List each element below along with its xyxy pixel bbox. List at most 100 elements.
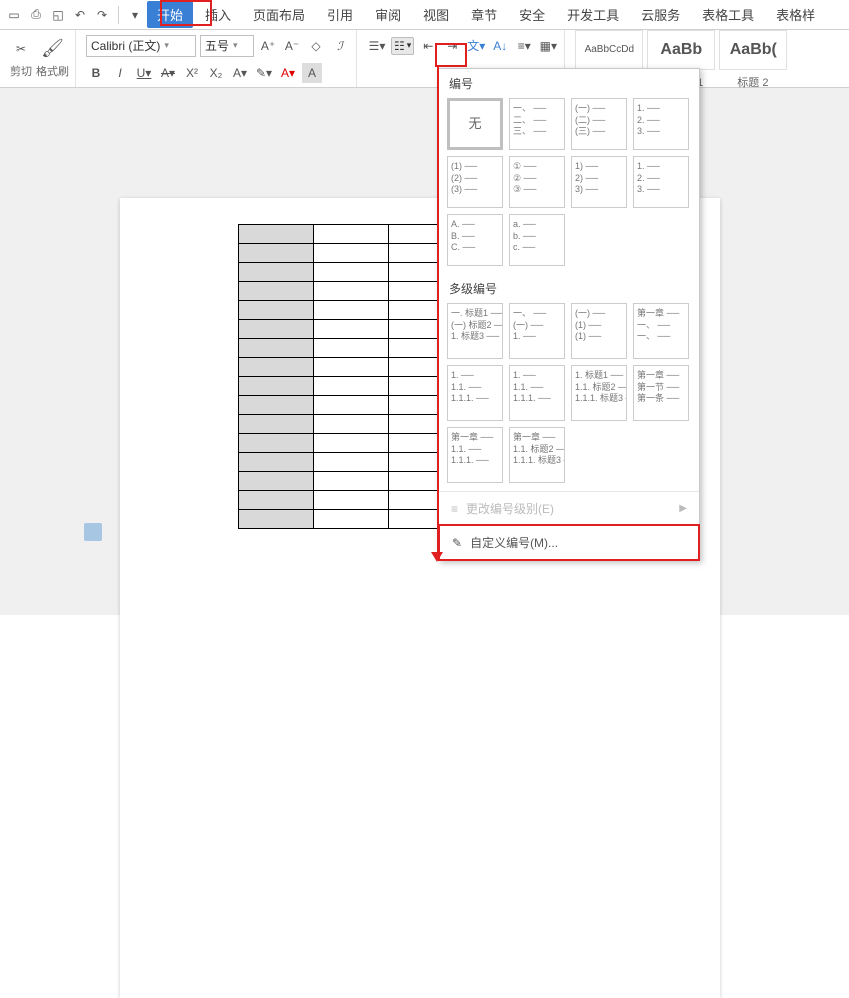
custom-numbering-item[interactable]: ✎ 自定义编号(M)... bbox=[438, 524, 700, 561]
table-cell[interactable] bbox=[314, 434, 389, 453]
bullets-icon[interactable]: ☰▾ bbox=[367, 36, 387, 56]
increase-font-icon[interactable]: A⁺ bbox=[258, 36, 278, 56]
numbering-thumb[interactable]: 1. 标题1 ──1.1. 标题2 ──1.1.1. 标题3 ── bbox=[571, 365, 627, 421]
font-name-combo[interactable]: Calibri (正文)▾ bbox=[86, 35, 196, 57]
table-cell[interactable] bbox=[239, 453, 314, 472]
table-cell[interactable] bbox=[314, 396, 389, 415]
decrease-font-icon[interactable]: A⁻ bbox=[282, 36, 302, 56]
numbering-thumb[interactable]: 一、 ──(一) ──1. ── bbox=[509, 303, 565, 359]
numbering-thumb[interactable]: 1) ──2) ──3) ── bbox=[571, 156, 627, 208]
table-cell[interactable] bbox=[314, 282, 389, 301]
strikethrough-icon[interactable]: A▾ bbox=[158, 63, 178, 83]
tab-dev-tools[interactable]: 开发工具 bbox=[557, 1, 629, 28]
numbering-thumb[interactable]: (一) ──(1) ──(1) ── bbox=[571, 303, 627, 359]
numbering-thumb[interactable]: 一. 标题1 ──(一) 标题2 ──1. 标题3 ── bbox=[447, 303, 503, 359]
line-spacing-icon[interactable]: ≡▾ bbox=[514, 36, 534, 56]
tab-start[interactable]: 开始 bbox=[147, 1, 193, 28]
text-direction-icon[interactable]: 文▾ bbox=[466, 36, 486, 56]
style-normal[interactable]: AaBbCcDd bbox=[575, 30, 643, 70]
tab-review[interactable]: 审阅 bbox=[365, 1, 411, 28]
table-cell[interactable] bbox=[239, 491, 314, 510]
table-cell[interactable] bbox=[314, 491, 389, 510]
numbering-thumb[interactable]: 第一章 ──1.1. 标题2 ──1.1.1. 标题3 ── bbox=[509, 427, 565, 483]
sort-icon[interactable]: A↓ bbox=[490, 36, 510, 56]
undo-icon[interactable]: ↶ bbox=[70, 5, 90, 25]
font-size-combo[interactable]: 五号▾ bbox=[200, 35, 254, 57]
table-cell[interactable] bbox=[314, 358, 389, 377]
table-cell[interactable] bbox=[314, 377, 389, 396]
selection-tag-icon[interactable] bbox=[84, 523, 102, 541]
highlight-icon[interactable]: ✎▾ bbox=[254, 63, 274, 83]
numbering-thumb[interactable]: ① ──② ──③ ── bbox=[509, 156, 565, 208]
table-cell[interactable] bbox=[239, 415, 314, 434]
numbering-thumb[interactable]: 1. ──2. ──3. ── bbox=[633, 98, 689, 150]
tab-insert[interactable]: 插入 bbox=[195, 1, 241, 28]
preview-icon[interactable]: ◱ bbox=[48, 5, 68, 25]
italic-icon[interactable]: I bbox=[110, 63, 130, 83]
document-table[interactable] bbox=[238, 224, 464, 529]
tab-table-style[interactable]: 表格样 bbox=[766, 1, 825, 28]
table-cell[interactable] bbox=[239, 377, 314, 396]
redo-icon[interactable]: ↷ bbox=[92, 5, 112, 25]
bold-icon[interactable]: B bbox=[86, 63, 106, 83]
tab-chapter[interactable]: 章节 bbox=[461, 1, 507, 28]
table-cell[interactable] bbox=[314, 320, 389, 339]
clear-format-icon[interactable]: ◇ bbox=[306, 36, 326, 56]
table-cell[interactable] bbox=[239, 320, 314, 339]
save-icon[interactable]: ▭ bbox=[4, 5, 24, 25]
tab-page-layout[interactable]: 页面布局 bbox=[243, 1, 315, 28]
underline-icon[interactable]: U▾ bbox=[134, 63, 154, 83]
tab-view[interactable]: 视图 bbox=[413, 1, 459, 28]
borders-icon[interactable]: ▦▾ bbox=[538, 36, 558, 56]
increase-indent-icon[interactable]: ⇥ bbox=[442, 36, 462, 56]
tab-cloud[interactable]: 云服务 bbox=[631, 1, 690, 28]
table-cell[interactable] bbox=[239, 358, 314, 377]
numbering-thumb[interactable]: (1) ──(2) ──(3) ── bbox=[447, 156, 503, 208]
font-color-icon[interactable]: A▾ bbox=[278, 63, 298, 83]
table-cell[interactable] bbox=[239, 244, 314, 263]
decrease-indent-icon[interactable]: ⇤ bbox=[418, 36, 438, 56]
superscript-icon[interactable]: X² bbox=[182, 63, 202, 83]
subscript-icon[interactable]: X₂ bbox=[206, 63, 226, 83]
table-cell[interactable] bbox=[314, 472, 389, 491]
table-cell[interactable] bbox=[239, 282, 314, 301]
dropdown-icon[interactable]: ▾ bbox=[125, 5, 145, 25]
numbering-thumb[interactable]: (一) ──(二) ──(三) ── bbox=[571, 98, 627, 150]
table-cell[interactable] bbox=[314, 415, 389, 434]
numbering-thumb[interactable]: 1. ──1.1. ──1.1.1. ── bbox=[447, 365, 503, 421]
numbering-none-thumb[interactable]: 无 bbox=[447, 98, 503, 150]
print-icon[interactable]: ⎙ bbox=[26, 5, 46, 25]
table-cell[interactable] bbox=[314, 244, 389, 263]
table-cell[interactable] bbox=[239, 396, 314, 415]
tab-table-tools[interactable]: 表格工具 bbox=[692, 1, 764, 28]
table-cell[interactable] bbox=[314, 263, 389, 282]
change-case-icon[interactable]: ℐ bbox=[330, 36, 350, 56]
numbering-button[interactable]: ☷▾ bbox=[391, 37, 414, 55]
table-cell[interactable] bbox=[314, 301, 389, 320]
style-heading1[interactable]: AaBb bbox=[647, 30, 715, 70]
table-cell[interactable] bbox=[239, 263, 314, 282]
table-cell[interactable] bbox=[239, 472, 314, 491]
table-cell[interactable] bbox=[314, 339, 389, 358]
table-cell[interactable] bbox=[239, 510, 314, 529]
numbering-thumb[interactable]: a. ──b. ──c. ── bbox=[509, 214, 565, 266]
cut-icon[interactable]: ✂ bbox=[10, 39, 32, 59]
numbering-thumb[interactable]: 第一章 ──一、 ──一、 ── bbox=[633, 303, 689, 359]
numbering-thumb[interactable]: 1. ──2. ──3. ── bbox=[633, 156, 689, 208]
style-heading2[interactable]: AaBb( bbox=[719, 30, 787, 70]
numbering-thumb[interactable]: 1. ──1.1. ──1.1.1. ── bbox=[509, 365, 565, 421]
numbering-thumb[interactable]: 第一章 ──第一节 ──第一条 ── bbox=[633, 365, 689, 421]
numbering-thumb[interactable]: 一、 ──二、 ──三、 ── bbox=[509, 98, 565, 150]
text-effects-icon[interactable]: A▾ bbox=[230, 63, 250, 83]
tab-references[interactable]: 引用 bbox=[317, 1, 363, 28]
char-shading-icon[interactable]: A bbox=[302, 63, 322, 83]
table-cell[interactable] bbox=[239, 339, 314, 358]
format-painter-icon[interactable]: 🖌 bbox=[36, 39, 69, 59]
table-cell[interactable] bbox=[239, 301, 314, 320]
numbering-thumb[interactable]: 第一章 ──1.1. ──1.1.1. ── bbox=[447, 427, 503, 483]
table-cell[interactable] bbox=[239, 434, 314, 453]
numbering-thumb[interactable]: A. ──B. ──C. ── bbox=[447, 214, 503, 266]
tab-security[interactable]: 安全 bbox=[509, 1, 555, 28]
table-cell[interactable] bbox=[314, 225, 389, 244]
table-cell[interactable] bbox=[314, 453, 389, 472]
